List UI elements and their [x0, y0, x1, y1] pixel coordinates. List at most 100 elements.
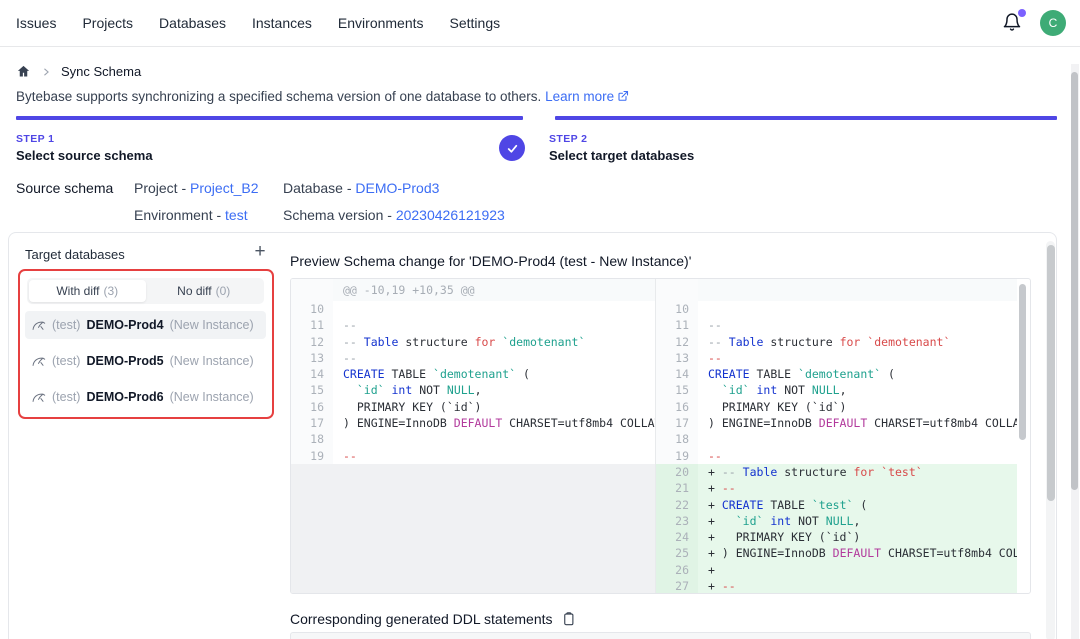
learn-more-link[interactable]: Learn more — [545, 89, 614, 104]
breadcrumb-page-label: Sync Schema — [61, 64, 141, 79]
step1-progress-bar — [16, 116, 523, 120]
diff-line: 26+ — [656, 562, 1017, 578]
panel-scrollbar[interactable] — [1047, 245, 1055, 501]
nav-right: C — [1002, 10, 1066, 36]
nav-item-instances[interactable]: Instances — [252, 15, 312, 31]
mysql-icon — [32, 355, 46, 368]
diff-placeholder-line — [291, 562, 655, 578]
diff-line: 13-- — [291, 350, 655, 366]
sync-schema-page: Issues Projects Databases Instances Environm… — [0, 0, 1080, 639]
diff-line: 14CREATE TABLE `demotenant` ( — [656, 366, 1017, 382]
diff-line: 14CREATE TABLE `demotenant` ( — [291, 366, 655, 382]
diff-line: 10 — [291, 301, 655, 317]
diff-left-rows: @@ -10,19 +10,35 @@1011--12-- Table stru… — [291, 279, 655, 593]
step-1-title: Select source schema — [16, 148, 153, 163]
target-databases-title: Target databases — [25, 247, 125, 262]
source-schema-section: Source schema Project - Project_B2 Datab… — [0, 179, 1080, 229]
tab-no-diff[interactable]: No diff(0) — [146, 280, 263, 302]
database-label: Database - — [283, 180, 355, 196]
step-2: STEP 2 Select target databases — [549, 133, 694, 163]
diff-placeholder-line — [291, 497, 655, 513]
avatar[interactable]: C — [1040, 10, 1066, 36]
project-label: Project - — [134, 180, 190, 196]
notification-dot — [1018, 9, 1026, 17]
schema-diff-editor[interactable]: @@ -10,19 +10,35 @@1011--12-- Table stru… — [290, 278, 1031, 594]
external-link-icon[interactable] — [617, 90, 629, 105]
mysql-icon — [32, 319, 46, 332]
step2-progress-bar — [555, 116, 1057, 120]
breadcrumb: Sync Schema — [16, 64, 141, 79]
diff-line: 22+ CREATE TABLE `test` ( — [656, 497, 1017, 513]
home-icon[interactable] — [16, 64, 31, 79]
ddl-title: Corresponding generated DDL statements — [290, 611, 553, 627]
diff-header-line — [656, 279, 1017, 301]
top-navigation: Issues Projects Databases Instances Environm… — [0, 0, 1080, 47]
diff-line: 19-- — [291, 448, 655, 464]
diff-line: 15 `id` int NOT NULL, — [656, 382, 1017, 398]
diff-line: 20+ -- Table structure for `test` — [656, 464, 1017, 480]
schema-version-label: Schema version - — [283, 207, 396, 223]
diff-line: 23+ `id` int NOT NULL, — [656, 513, 1017, 529]
diff-line: 12-- Table structure for `demotenant` — [291, 334, 655, 350]
ddl-editor-top-strip — [290, 632, 1031, 639]
diff-line: 27+ -- — [656, 578, 1017, 593]
diff-line: 24+ PRIMARY KEY (`id`) — [656, 529, 1017, 545]
diff-pane-target: 1011--12-- Table structure for `demotena… — [656, 279, 1030, 593]
intro-text-row: Bytebase supports synchronizing a specif… — [16, 89, 629, 105]
diff-right-rows: 1011--12-- Table structure for `demotena… — [656, 279, 1017, 593]
diff-placeholder-line — [291, 545, 655, 561]
database-link[interactable]: DEMO-Prod3 — [355, 180, 439, 196]
diff-line: 15 `id` int NOT NULL, — [291, 382, 655, 398]
step-2-label: STEP 2 — [549, 133, 694, 145]
nav-item-environments[interactable]: Environments — [338, 15, 424, 31]
diff-pane-source: @@ -10,19 +10,35 @@1011--12-- Table stru… — [291, 279, 656, 593]
nav-item-settings[interactable]: Settings — [450, 15, 501, 31]
diff-line: 13-- — [656, 350, 1017, 366]
target-database-row[interactable]: (test)DEMO-Prod4(New Instance) — [25, 311, 266, 339]
project-link[interactable]: Project_B2 — [190, 180, 258, 196]
notification-bell-button[interactable] — [1002, 12, 1024, 34]
preview-title: Preview Schema change for 'DEMO-Prod4 (t… — [290, 253, 691, 269]
window-scrollbar[interactable] — [1071, 72, 1078, 490]
intro-text: Bytebase supports synchronizing a specif… — [16, 89, 541, 104]
environment-link[interactable]: test — [225, 207, 248, 223]
diff-line: 17) ENGINE=InnoDB DEFAULT CHARSET=utf8mb… — [291, 415, 655, 431]
diff-line: 12-- Table structure for `demotenant` — [656, 334, 1017, 350]
target-database-row[interactable]: (test)DEMO-Prod5(New Instance) — [25, 347, 266, 375]
schema-version-link[interactable]: 20230426121923 — [396, 207, 505, 223]
diff-placeholder-line — [291, 464, 655, 480]
diff-line: 21+ -- — [656, 480, 1017, 496]
diff-line: 11-- — [291, 317, 655, 333]
chevron-right-icon — [41, 67, 51, 77]
step-2-title: Select target databases — [549, 148, 694, 163]
source-schema-label: Source schema — [16, 180, 113, 196]
diff-placeholder-line — [291, 578, 655, 593]
nav-item-issues[interactable]: Issues — [16, 15, 56, 31]
diff-placeholder-line — [291, 513, 655, 529]
nav-item-databases[interactable]: Databases — [159, 15, 226, 31]
diff-line: 10 — [656, 301, 1017, 317]
nav-item-projects[interactable]: Projects — [82, 15, 133, 31]
add-target-database-button[interactable]: + — [247, 239, 273, 265]
diff-header-line: @@ -10,19 +10,35 @@ — [291, 279, 655, 301]
step-1-label: STEP 1 — [16, 133, 153, 145]
ddl-section-header: Corresponding generated DDL statements — [290, 611, 576, 627]
diff-line: 11-- — [656, 317, 1017, 333]
diff-line: 19-- — [656, 448, 1017, 464]
main-panel: Target databases + With diff(3)No diff(0… — [8, 232, 1057, 639]
diff-line: 16 PRIMARY KEY (`id`) — [656, 399, 1017, 415]
copy-clipboard-icon[interactable] — [561, 611, 576, 627]
diff-placeholder-line — [291, 480, 655, 496]
tab-with-diff[interactable]: With diff(3) — [29, 280, 146, 302]
diff-line: 16 PRIMARY KEY (`id`) — [291, 399, 655, 415]
diff-line: 17) ENGINE=InnoDB DEFAULT CHARSET=utf8mb… — [656, 415, 1017, 431]
mysql-icon — [32, 391, 46, 404]
diff-line: 18 — [656, 431, 1017, 447]
editor-scrollbar[interactable] — [1019, 284, 1026, 440]
target-database-row[interactable]: (test)DEMO-Prod6(New Instance) — [25, 383, 266, 411]
diff-tabs: With diff(3)No diff(0) — [27, 278, 264, 304]
diff-line: 25+ ) ENGINE=InnoDB DEFAULT CHARSET=utf8… — [656, 545, 1017, 561]
diff-line: 18 — [291, 431, 655, 447]
diff-placeholder-line — [291, 529, 655, 545]
nav-items: Issues Projects Databases Instances Environm… — [16, 15, 500, 31]
